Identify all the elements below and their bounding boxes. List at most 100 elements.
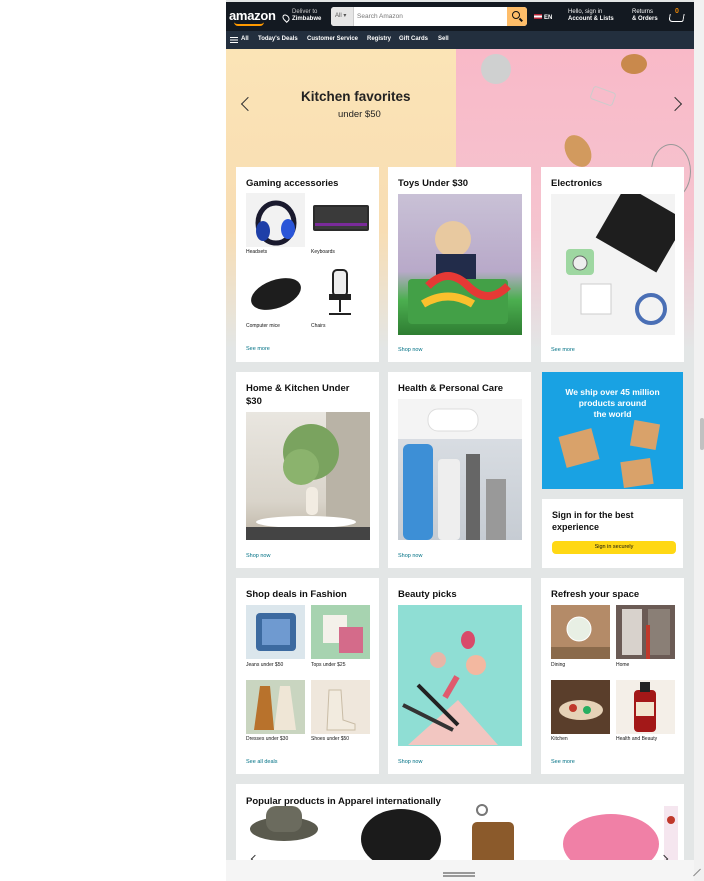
personal-care-icon — [398, 399, 522, 540]
shop-now-link[interactable]: Shop now — [398, 553, 422, 559]
card-title: Electronics — [551, 178, 603, 189]
shop-now-link[interactable]: Shop now — [246, 553, 270, 559]
laptop-camera-icon — [566, 194, 675, 325]
beauty-image[interactable] — [398, 605, 522, 746]
bottom-bar — [226, 860, 694, 881]
chevron-down-icon: ▾ — [343, 13, 347, 19]
card-title-line: $30 — [246, 396, 262, 407]
nav-bar: All Today's Deals Customer Service Regis… — [226, 31, 694, 49]
deliver-to[interactable]: Deliver to Zimbabwe — [281, 9, 321, 23]
card-title: Gaming accessories — [246, 178, 339, 189]
dining-icon — [551, 616, 610, 659]
quad-label[interactable]: Chairs — [311, 323, 325, 329]
quad-label[interactable]: Computer mice — [246, 323, 280, 329]
home-kitchen-image[interactable] — [246, 412, 370, 540]
hamburger-icon[interactable] — [230, 37, 238, 39]
language-selector[interactable]: EN — [534, 14, 552, 21]
shop-now-link[interactable]: Shop now — [398, 759, 422, 765]
home-image[interactable] — [616, 605, 675, 659]
quad-label[interactable]: Home — [616, 662, 629, 668]
mouse-image[interactable] — [246, 266, 305, 320]
nav-all[interactable]: All — [241, 36, 249, 42]
see-more-link[interactable]: See more — [551, 347, 575, 353]
card-gaming-accessories: Gaming accessories Headsets Keyboards Co… — [236, 167, 379, 362]
quad-label[interactable]: Dresses under $30 — [246, 736, 288, 742]
search-category-label: All — [335, 13, 342, 19]
health-image[interactable] — [398, 399, 522, 540]
logo-smile-icon — [234, 22, 264, 26]
ship-worldwide-banner[interactable]: We ship over 45 million products around … — [542, 372, 683, 489]
makeup-icon — [402, 631, 498, 745]
quad-label[interactable]: Headsets — [246, 249, 267, 255]
nav-customer-service[interactable]: Customer Service — [307, 36, 358, 42]
card-refresh-space: Refresh your space Dining Home Kitchen H… — [541, 578, 684, 774]
kitchen-icon — [559, 700, 603, 720]
shop-now-link[interactable]: Shop now — [398, 347, 422, 353]
tops-image[interactable] — [311, 605, 370, 659]
card-title: Health & Personal Care — [398, 383, 504, 394]
keyboard-icon — [313, 205, 369, 231]
hero-subtitle: under $50 — [338, 109, 381, 120]
quad-label[interactable]: Dining — [551, 662, 565, 668]
card-title-line: experience — [552, 522, 600, 532]
us-flag-icon — [534, 14, 542, 19]
card-title-line: Sign in for the best — [552, 510, 634, 520]
quad-label[interactable]: Jeans under $50 — [246, 662, 283, 668]
card-health-personal-care: Health & Personal Care Shop now — [388, 372, 531, 568]
mouse-icon — [251, 278, 301, 310]
card-title: Shop deals in Fashion — [246, 589, 347, 600]
nav-registry[interactable]: Registry — [367, 36, 391, 42]
bottle-icon — [634, 682, 656, 732]
nav-sell[interactable]: Sell — [438, 36, 449, 42]
see-more-link[interactable]: See more — [246, 346, 270, 352]
quad-label[interactable]: Keyboards — [311, 249, 335, 255]
see-all-deals-link[interactable]: See all deals — [246, 759, 278, 765]
nav-gift-cards[interactable]: Gift Cards — [399, 36, 428, 42]
quad-label[interactable]: Kitchen — [551, 736, 568, 742]
home-decor-icon — [622, 609, 670, 659]
spoon-illustration — [621, 54, 647, 74]
nav-todays-deals[interactable]: Today's Deals — [258, 36, 298, 42]
quad-label[interactable]: Health and Beauty — [616, 736, 657, 742]
kitchen-image[interactable] — [551, 680, 610, 734]
search-bar: All ▾ — [331, 7, 527, 26]
search-button[interactable] — [507, 7, 527, 26]
quad-label[interactable]: Shoes under $50 — [311, 736, 349, 742]
keyboard-image[interactable] — [311, 193, 370, 247]
card-title: Toys Under $30 — [398, 178, 469, 189]
jeans-image[interactable] — [246, 605, 305, 659]
chair-image[interactable] — [311, 266, 370, 320]
shoes-image[interactable] — [311, 680, 370, 734]
apparel-products-icon — [250, 804, 678, 860]
returns-orders[interactable]: Returns & Orders — [632, 9, 658, 23]
card-title: Beauty picks — [398, 589, 457, 600]
headset-image[interactable] — [246, 193, 305, 247]
quad-label[interactable]: Tops under $25 — [311, 662, 345, 668]
sign-in-button[interactable]: Sign in securely — [552, 541, 676, 554]
card-toys: Toys Under $30 Shop now — [388, 167, 531, 362]
plant-vase-icon — [246, 412, 370, 540]
card-fashion: Shop deals in Fashion Jeans under $50 To… — [236, 578, 379, 774]
account-lists[interactable]: Hello, sign in Account & Lists — [568, 9, 614, 23]
search-category-select[interactable]: All ▾ — [331, 7, 354, 26]
toys-image[interactable] — [398, 194, 522, 335]
search-input[interactable] — [357, 7, 507, 26]
dresses-icon — [254, 686, 296, 730]
cart-button[interactable]: 0 — [667, 8, 689, 26]
health-beauty-image[interactable] — [616, 680, 675, 734]
returns-label: Returns — [632, 9, 654, 15]
card-home-kitchen: Home & Kitchen Under $30 Shop now — [236, 372, 379, 568]
card-beauty: Beauty picks Shop now — [388, 578, 531, 774]
boxes-icon — [558, 419, 661, 488]
electronics-image[interactable] — [551, 194, 675, 335]
dining-image[interactable] — [551, 605, 610, 659]
scrollbar-thumb[interactable] — [700, 418, 704, 450]
headset-icon — [255, 200, 297, 246]
drag-handle-icon[interactable] — [443, 872, 475, 874]
dresses-image[interactable] — [246, 680, 305, 734]
amazon-logo[interactable]: amazon — [229, 8, 276, 23]
shoes-icon — [326, 689, 356, 731]
child-playing-icon — [408, 221, 511, 324]
see-more-link[interactable]: See more — [551, 759, 575, 765]
card-signin: Sign in for the best experience Sign in s… — [542, 499, 683, 568]
